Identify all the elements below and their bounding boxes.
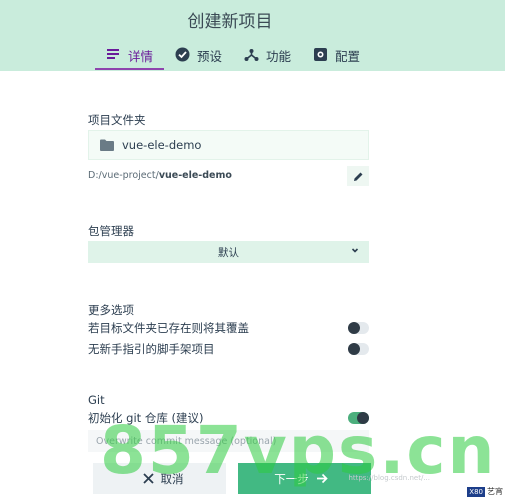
corner-badge-box: X80 — [467, 486, 485, 497]
tab-details[interactable]: 详情 — [106, 40, 153, 70]
folder-path: D:/vue-project/vue-ele-demo — [88, 170, 232, 181]
option-no-guide-label: 无新手指引的脚手架项目 — [88, 342, 215, 356]
feature-tree-icon — [244, 47, 260, 63]
option-overwrite-label: 若目标文件夹已存在则将其覆盖 — [88, 321, 249, 335]
settings-icon — [313, 47, 329, 63]
package-manager-select[interactable]: 默认 — [88, 241, 369, 263]
check-circle-icon — [175, 47, 191, 63]
git-section-label: Git — [88, 393, 105, 407]
option-no-guide-toggle[interactable] — [348, 343, 369, 355]
commit-message-input[interactable]: Overwrite commit message (optional) — [88, 430, 369, 452]
cancel-button-label: 取消 — [160, 471, 184, 486]
active-tab-indicator — [95, 68, 164, 70]
toggle-knob — [357, 412, 369, 424]
next-button-label: 下一步 — [274, 471, 309, 486]
pencil-icon — [353, 167, 364, 186]
tab-features-label: 功能 — [266, 48, 292, 64]
tab-details-label: 详情 — [128, 48, 154, 64]
tab-presets[interactable]: 预设 — [175, 40, 222, 70]
folder-section-label: 项目文件夹 — [88, 113, 146, 127]
cancel-button[interactable]: 取消 — [93, 463, 226, 494]
edit-path-button[interactable] — [347, 166, 369, 186]
toggle-knob — [348, 322, 360, 334]
corner-badge: X80 艺宵 — [467, 486, 503, 497]
chevron-down-icon — [350, 245, 360, 255]
tab-features[interactable]: 功能 — [244, 40, 291, 70]
tab-config[interactable]: 配置 — [313, 40, 360, 70]
package-manager-value: 默认 — [218, 246, 239, 259]
page-title: 创建新项目 — [187, 12, 273, 32]
git-init-toggle[interactable] — [348, 412, 369, 424]
package-manager-label: 包管理器 — [88, 224, 134, 238]
folder-icon — [100, 139, 114, 151]
folder-name-field[interactable]: vue-ele-demo — [88, 130, 369, 160]
more-options-label: 更多选项 — [88, 303, 134, 317]
tab-bar: 详情 预设 功能 配置 — [0, 40, 505, 71]
toggle-knob — [348, 343, 360, 355]
folder-name-value: vue-ele-demo — [122, 138, 202, 152]
folder-path-name: vue-ele-demo — [158, 170, 232, 181]
arrow-right-icon — [316, 473, 328, 484]
list-icon — [106, 47, 122, 63]
tab-presets-label: 预设 — [197, 48, 223, 64]
tab-config-label: 配置 — [335, 48, 361, 64]
folder-path-prefix: D:/vue-project/ — [88, 170, 159, 181]
page-header: 创建新项目 详情 预设 功能 配置 — [0, 0, 505, 71]
git-init-label: 初始化 git 仓库 (建议) — [88, 411, 204, 425]
close-icon — [142, 473, 154, 484]
faint-url-text: https://blog.csdn.net/... — [348, 474, 430, 482]
option-overwrite-toggle[interactable] — [348, 322, 369, 334]
corner-badge-text: 艺宵 — [487, 487, 503, 496]
